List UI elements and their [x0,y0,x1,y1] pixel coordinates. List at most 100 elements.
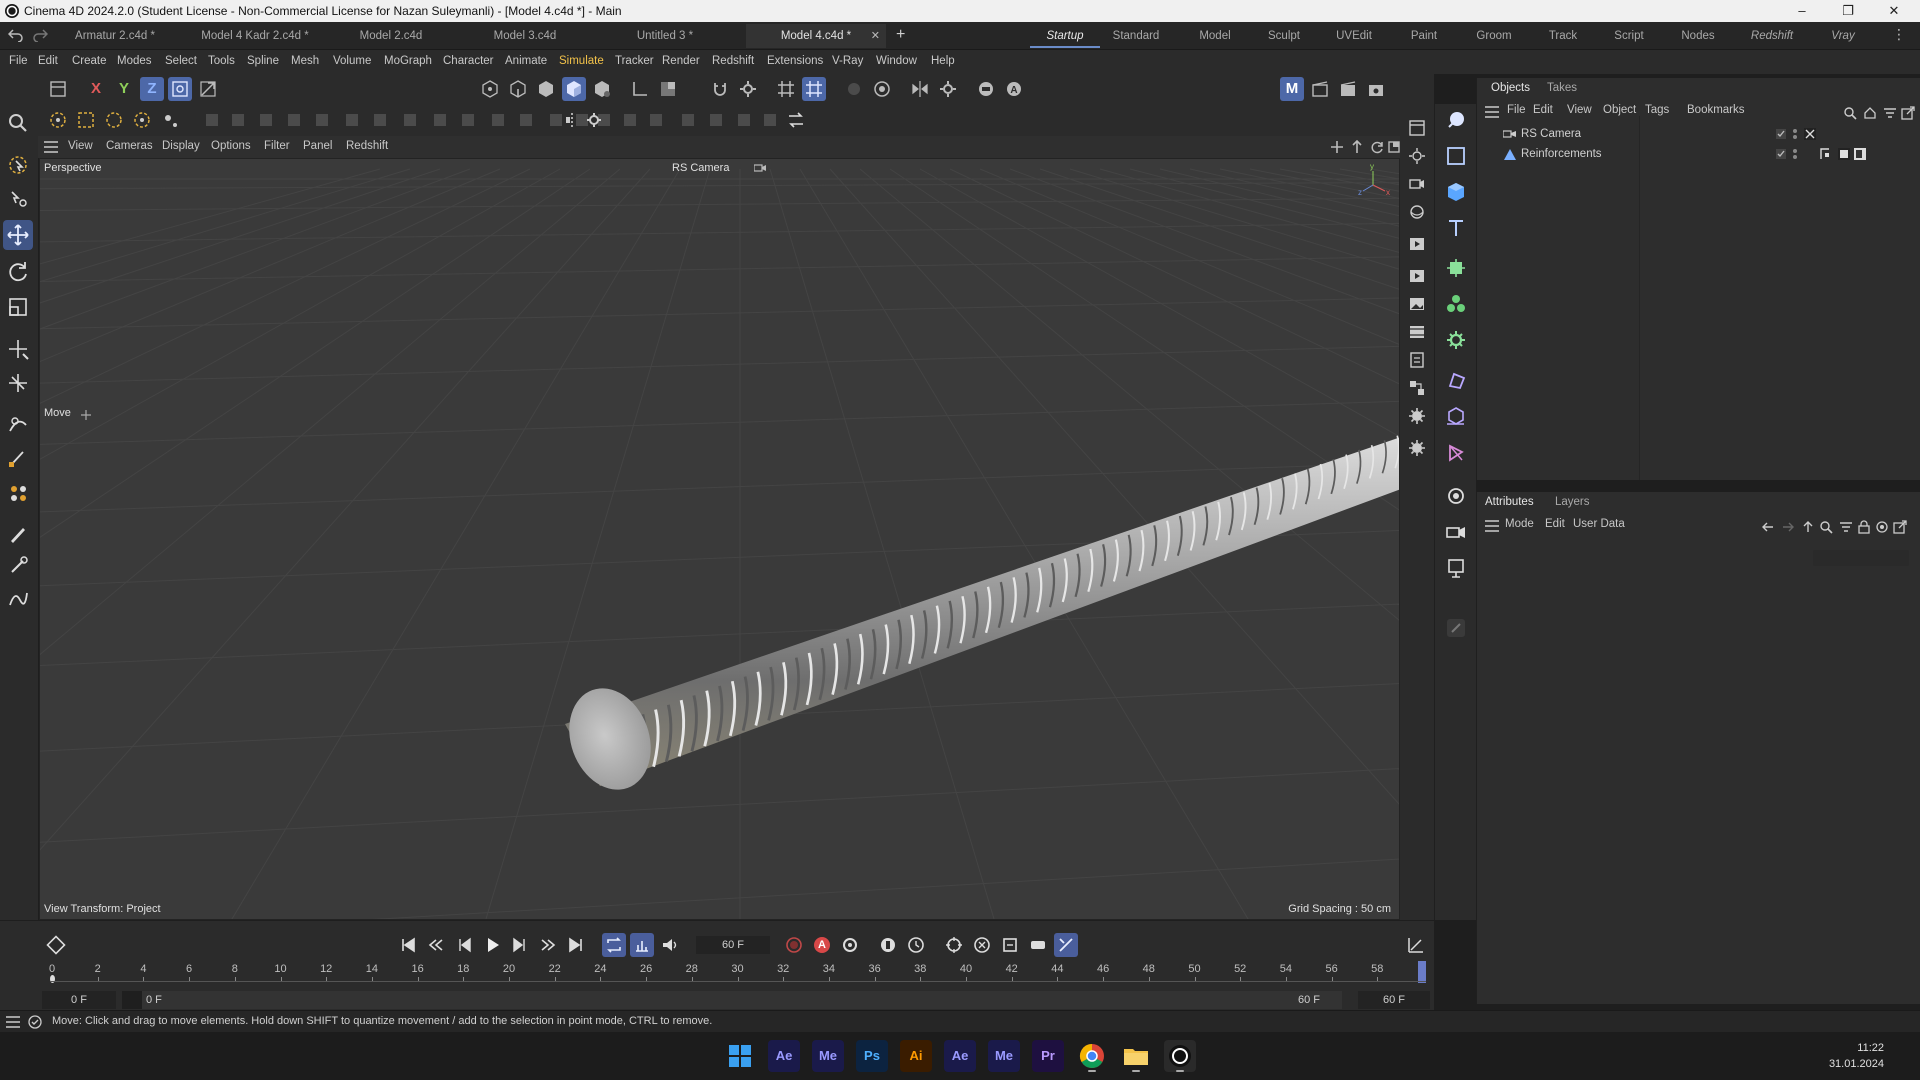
scene-instance-icon[interactable] [1442,402,1470,430]
menu-item[interactable]: Spline [247,55,279,67]
preview-start-field[interactable]: 0 F [42,991,116,1009]
disabled-tool-button[interactable] [486,108,510,132]
close-window-button[interactable]: ✕ [1874,2,1914,20]
spline-sketch-icon[interactable] [3,442,33,472]
photoshop-icon[interactable]: Ps [856,1040,888,1072]
sun-light-icon[interactable] [1403,142,1431,170]
maxon-app-icon[interactable]: M [1280,77,1304,101]
viewport-hamburger-icon[interactable] [44,141,58,153]
disabled-tool-button[interactable] [310,108,334,132]
menu-item[interactable]: Modes [117,55,152,67]
snap-to-grid-icon[interactable] [802,77,826,101]
objects-search-icon[interactable] [1843,106,1857,120]
material-tag-icon[interactable] [1837,147,1851,161]
layout-tab[interactable]: Sculpt [1250,24,1318,48]
z-axis-lock-button[interactable]: Z [140,77,164,101]
layout-tab[interactable]: Nodes [1662,24,1734,48]
attributes-panel-tab[interactable]: Layers [1555,496,1590,508]
cinema4d-icon[interactable] [1164,1040,1196,1072]
attributes-search-field[interactable] [1813,550,1909,566]
disabled-tool-button[interactable] [254,108,278,132]
render-to-picture-viewer-icon[interactable] [1336,77,1360,101]
search-commands-icon[interactable] [3,108,33,138]
after-effects-icon[interactable]: Ae [768,1040,800,1072]
spline-rectangle-icon[interactable] [1442,142,1470,170]
camera-object-icon[interactable] [1442,518,1470,546]
disabled-tool-button[interactable] [226,108,250,132]
disabled-tool-button[interactable] [644,108,668,132]
knife-tool-icon[interactable] [3,478,33,508]
menu-item[interactable]: Animate [505,55,547,67]
menu-item[interactable]: Render [662,55,700,67]
viewport-menu-item[interactable]: Redshift [346,140,388,152]
menu-item[interactable]: Select [165,55,197,67]
layout-tab[interactable]: Paint [1390,24,1458,48]
pan-view-icon[interactable] [1330,140,1344,154]
close-tab-icon[interactable]: ✕ [871,24,880,48]
transform-tool-icon[interactable] [3,334,33,364]
attributes-menu-item[interactable]: Mode [1505,518,1534,530]
menu-item[interactable]: V-Ray [832,55,863,67]
objects-menu-item[interactable]: Tags [1645,104,1669,116]
axis-mode-icon[interactable] [628,77,652,101]
objects-menu-item[interactable]: Bookmarks [1687,104,1745,116]
redshift-preferences-icon[interactable] [1403,434,1431,462]
workplane-grid-icon[interactable] [774,77,798,101]
symmetry-icon[interactable] [908,77,932,101]
undo-icon[interactable] [8,28,24,42]
menu-item[interactable]: Window [876,55,917,67]
paint-brush-icon[interactable] [3,518,33,548]
chrome-icon[interactable] [1076,1040,1108,1072]
y-axis-lock-button[interactable]: Y [112,77,136,101]
folder-icon[interactable] [1120,1040,1152,1072]
text-spline-icon[interactable] [1442,214,1470,242]
menu-item[interactable]: Simulate [559,55,604,67]
disabled-tool-button[interactable] [456,108,480,132]
polygon-selection-icon[interactable] [130,108,154,132]
film-render-icon[interactable] [1403,318,1431,346]
disabled-tool-button[interactable] [368,108,392,132]
generator-subdivision-icon[interactable] [1442,254,1470,282]
menu-item[interactable]: Help [931,55,955,67]
rectangle-selection-icon[interactable] [74,108,98,132]
menu-item[interactable]: Tracker [615,55,654,67]
menu-item[interactable]: MoGraph [384,55,432,67]
picture-viewer-icon[interactable] [1403,290,1431,318]
null-object-icon[interactable] [1442,106,1470,134]
disabled-tool-button[interactable] [340,108,364,132]
viewport-menu-item[interactable]: View [68,140,93,152]
attributes-menu-item[interactable]: Edit [1545,518,1565,530]
objects-panel-tab[interactable]: Takes [1547,82,1577,94]
range-left-handle[interactable] [122,991,142,1009]
points-mode-icon[interactable] [478,77,502,101]
locked-workplane-icon[interactable] [842,77,866,101]
attributes-new-window-icon[interactable] [1893,520,1907,534]
auto-keying-icon[interactable]: A [1002,77,1026,101]
viewport-menu-item[interactable]: Display [162,140,200,152]
attributes-menu-hamburger-icon[interactable] [1485,520,1499,532]
objects-menu-item[interactable]: Edit [1533,104,1553,116]
lasso-selection-icon[interactable] [102,108,126,132]
solo-mode-icon[interactable] [656,77,680,101]
edges-mode-icon[interactable] [506,77,530,101]
layout-tab[interactable]: Startup [1030,24,1100,48]
environment-icon[interactable] [1403,198,1431,226]
playhead-end-marker[interactable] [1418,961,1426,983]
redshift-object-icon[interactable] [1442,438,1470,466]
objects-filter-icon[interactable] [1883,106,1897,120]
objects-new-window-icon[interactable] [1901,106,1915,120]
media-encoder-icon[interactable]: Me [812,1040,844,1072]
menu-item[interactable]: Mesh [291,55,319,67]
illustrator-icon[interactable]: Ai [900,1040,932,1072]
document-tab[interactable]: Armatur 2.c4d * [60,24,170,48]
menu-item[interactable]: Extensions [767,55,823,67]
status-menu-icon[interactable] [6,1016,20,1028]
maximize-viewport-icon[interactable] [1388,140,1400,154]
world-axis-icon[interactable] [196,77,220,101]
x-axis-lock-button[interactable]: X [84,77,108,101]
disabled-tool-button[interactable] [676,108,700,132]
premiere-icon[interactable]: Pr [1032,1040,1064,1072]
floor-object-icon[interactable] [1442,554,1470,582]
tweak-tool-icon[interactable] [3,184,33,214]
disabled-tool-button[interactable] [704,108,728,132]
